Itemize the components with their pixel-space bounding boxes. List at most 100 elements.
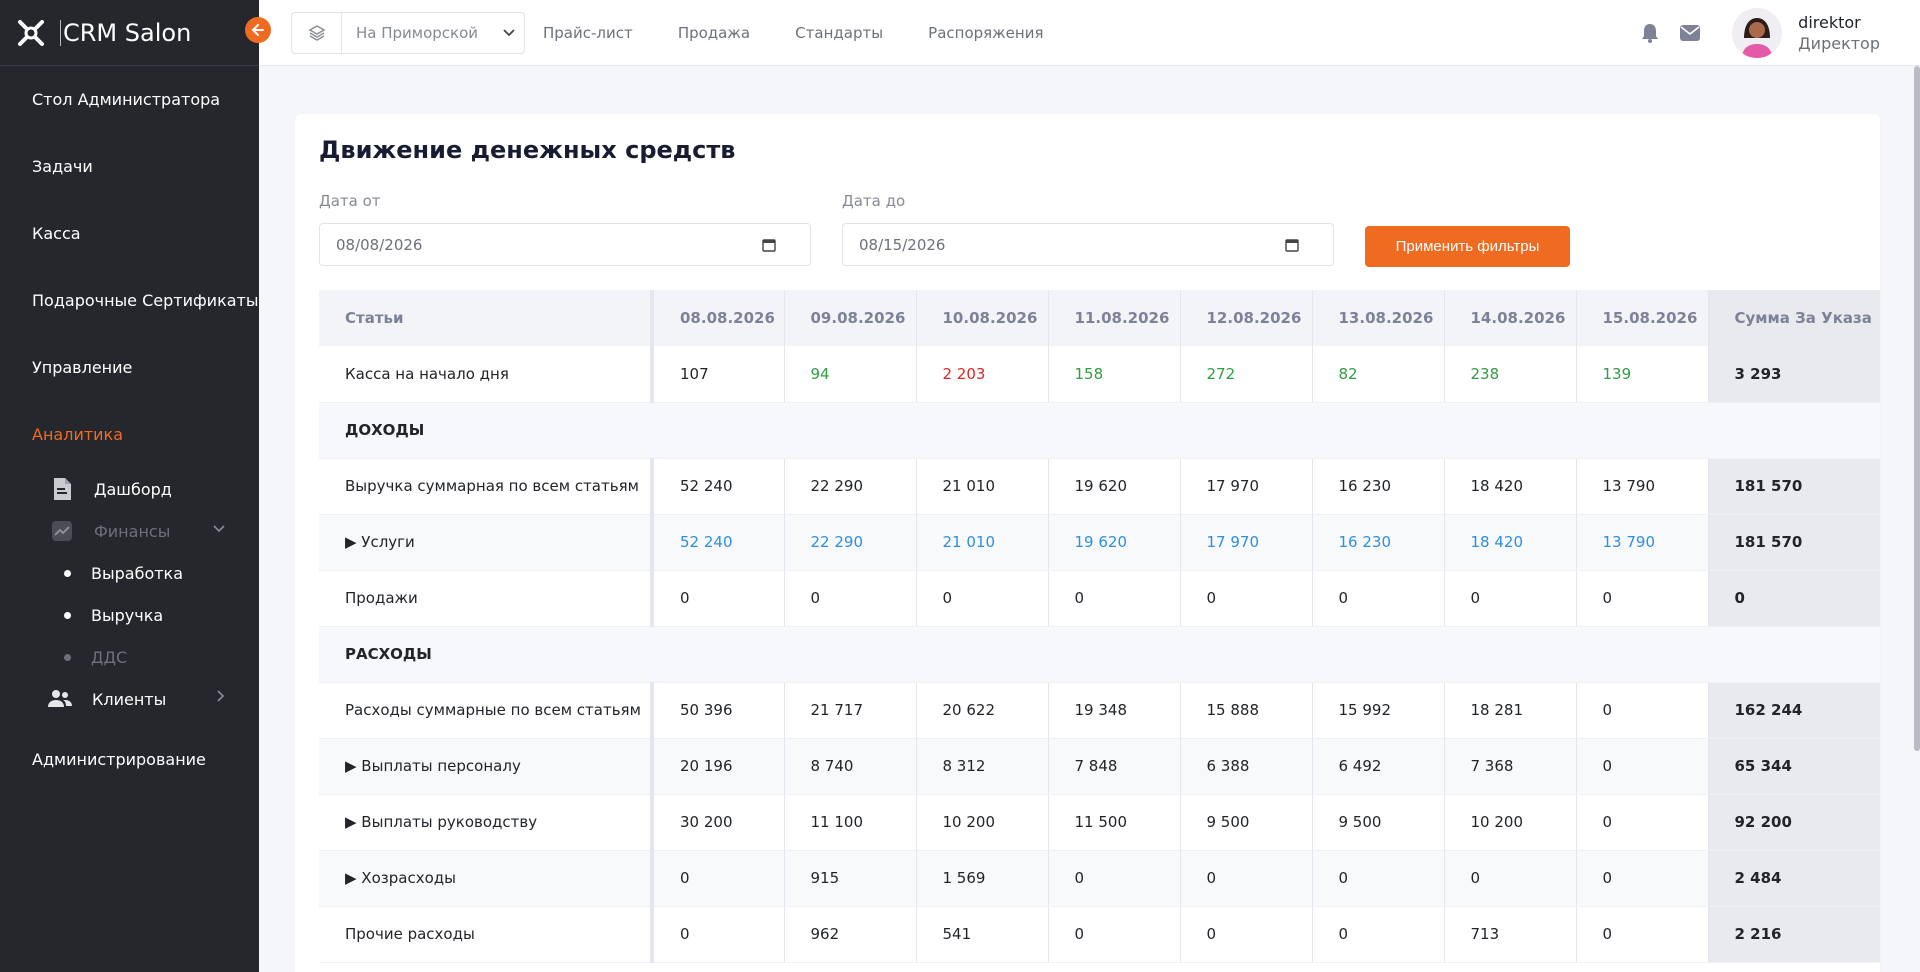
sidebar-finance-dds[interactable]: ДДС: [0, 636, 259, 678]
table-cell: 30 200: [652, 794, 785, 851]
table-cell: 16 230: [1312, 458, 1445, 515]
table-cell: 18 420: [1444, 458, 1577, 515]
sidebar-item-tasks[interactable]: Задачи: [0, 133, 259, 200]
table-cell: 20 196: [652, 738, 785, 795]
sidebar-item-management[interactable]: Управление: [0, 334, 259, 401]
table-body: Касса на начало дня 107 94 2 203 158 272 82 238…: [319, 346, 1880, 963]
layers-icon: [292, 12, 342, 53]
calendar-icon[interactable]: [1285, 238, 1299, 256]
sidebar-item-administration[interactable]: Администрирование: [0, 726, 259, 793]
table-cell: 0: [1576, 738, 1709, 795]
page-title: Движение денежных средств: [319, 136, 736, 164]
sidebar-item-admin-desk[interactable]: Стол Администратора: [0, 66, 259, 133]
document-icon: [50, 477, 74, 501]
table-cell: 22 290: [784, 458, 917, 515]
sidebar-finance-revenue[interactable]: Выручка: [0, 594, 259, 636]
nav-orders[interactable]: Распоряжения: [928, 24, 1043, 42]
sum-cell: 3 293: [1708, 346, 1880, 403]
row-label: Расходы суммарные по всем статьям: [319, 682, 654, 739]
sidebar-header: CRM Salon: [0, 0, 271, 66]
table-cell: 0: [916, 570, 1049, 627]
table-cell: 238: [1444, 346, 1577, 403]
date-to-input[interactable]: 08/15/2026: [842, 223, 1334, 266]
column-header-date: 13.08.2026: [1312, 290, 1445, 346]
sidebar-sub-clients[interactable]: Клиенты: [0, 678, 259, 720]
table-cell: 0: [652, 906, 785, 963]
column-header-date: 11.08.2026: [1048, 290, 1181, 346]
date-to-label: Дата до: [842, 192, 906, 210]
sum-cell: 181 570: [1708, 458, 1880, 515]
section-label: РАСХОДЫ: [319, 626, 1880, 683]
top-nav: Прайс-лист Продажа Стандарты Распоряжени…: [525, 23, 1044, 42]
sidebar-sub-label: Финансы: [94, 521, 171, 541]
bullet-icon: [64, 569, 71, 577]
section-label: ДОХОДЫ: [319, 402, 1880, 459]
chevron-right-icon: [217, 690, 225, 706]
table-cell: 7 368: [1444, 738, 1577, 795]
table-cell: 0: [1444, 570, 1577, 627]
table-row: Касса на начало дня 107 94 2 203 158 272 82 238…: [319, 346, 1880, 403]
row-label: Касса на начало дня: [319, 346, 654, 403]
sum-cell: 92 200: [1708, 794, 1880, 851]
table-row: Прочие расходы 0 962 541 0 0 0 713 0 2 216: [319, 906, 1880, 963]
table-cell: 272: [1180, 346, 1313, 403]
apply-filters-button[interactable]: Применить фильтры: [1365, 226, 1570, 267]
sum-cell: 162 244: [1708, 682, 1880, 739]
nav-standards[interactable]: Стандарты: [795, 24, 883, 42]
user-info[interactable]: direktor Директор: [1798, 12, 1880, 54]
calendar-icon[interactable]: [762, 238, 776, 256]
table-cell: 11 500: [1048, 794, 1181, 851]
sidebar-item-analytics[interactable]: Аналитика: [0, 401, 259, 468]
sidebar-finance-output[interactable]: Выработка: [0, 552, 259, 594]
topbar: На Приморской Прайс-лист Продажа Стандар…: [259, 0, 1920, 66]
chart-icon: [50, 519, 74, 543]
sidebar-sub-dashboard[interactable]: Дашборд: [0, 468, 259, 510]
table-cell: 0: [1576, 794, 1709, 851]
nav-price-list[interactable]: Прайс-лист: [543, 24, 633, 42]
table-cell: 158: [1048, 346, 1181, 403]
sidebar-menu: Стол Администратора Задачи Касса Подароч…: [0, 66, 259, 793]
arrow-left-icon: [251, 24, 264, 36]
table-row: ▶ Выплаты персоналу 20 196 8 740 8 312 7 848…: [319, 738, 1880, 795]
sidebar-sub-label: Клиенты: [92, 689, 167, 709]
table-cell: 94: [784, 346, 917, 403]
user-name: direktor: [1798, 13, 1861, 32]
branch-select[interactable]: На Приморской: [291, 11, 525, 54]
brand-name: CRM Salon: [60, 19, 191, 46]
page-scrollbar[interactable]: [1914, 66, 1920, 751]
sum-cell: 2 216: [1708, 906, 1880, 963]
row-label[interactable]: ▶ Услуги: [319, 514, 654, 571]
table-cell: 1 569: [916, 850, 1049, 907]
bell-icon[interactable]: [1638, 21, 1662, 45]
row-label[interactable]: ▶ Выплаты руководству: [319, 794, 654, 851]
sidebar-collapse-button[interactable]: [245, 17, 271, 43]
row-label[interactable]: ▶ Хозрасходы: [319, 850, 654, 907]
sidebar-item-cashbox[interactable]: Касса: [0, 200, 259, 267]
mail-icon[interactable]: [1678, 21, 1702, 45]
table-cell: 21 717: [784, 682, 917, 739]
table-cell: 0: [1576, 570, 1709, 627]
cashflow-table-wrapper[interactable]: Статьи 08.08.2026 09.08.2026 10.08.2026 11.0…: [319, 290, 1880, 963]
avatar[interactable]: [1732, 8, 1783, 58]
table-cell: 2 203: [916, 346, 1049, 403]
table-cell: 0: [1576, 850, 1709, 907]
sidebar-item-gift-certificates[interactable]: Подарочные Сертификаты: [0, 267, 259, 334]
table-cell: 18 281: [1444, 682, 1577, 739]
table-cell: 107: [652, 346, 785, 403]
nav-sales[interactable]: Продажа: [678, 24, 750, 42]
table-cell: 15 888: [1180, 682, 1313, 739]
bullet-icon: [64, 653, 71, 661]
table-cell: 21 010: [916, 458, 1049, 515]
table-cell: 16 230: [1312, 514, 1445, 571]
sidebar-finance-label: ДДС: [91, 647, 128, 667]
table-cell: 22 290: [784, 514, 917, 571]
date-from-label: Дата от: [319, 192, 381, 210]
table-cell: 17 970: [1180, 458, 1313, 515]
column-header-date: 09.08.2026: [784, 290, 917, 346]
date-from-input[interactable]: 08/08/2026: [319, 223, 811, 266]
sidebar-sub-finance[interactable]: Финансы: [0, 510, 259, 552]
table-cell: 19 620: [1048, 514, 1181, 571]
table-cell: 0: [1312, 570, 1445, 627]
table-section-row: РАСХОДЫ: [319, 626, 1880, 683]
row-label[interactable]: ▶ Выплаты персоналу: [319, 738, 654, 795]
